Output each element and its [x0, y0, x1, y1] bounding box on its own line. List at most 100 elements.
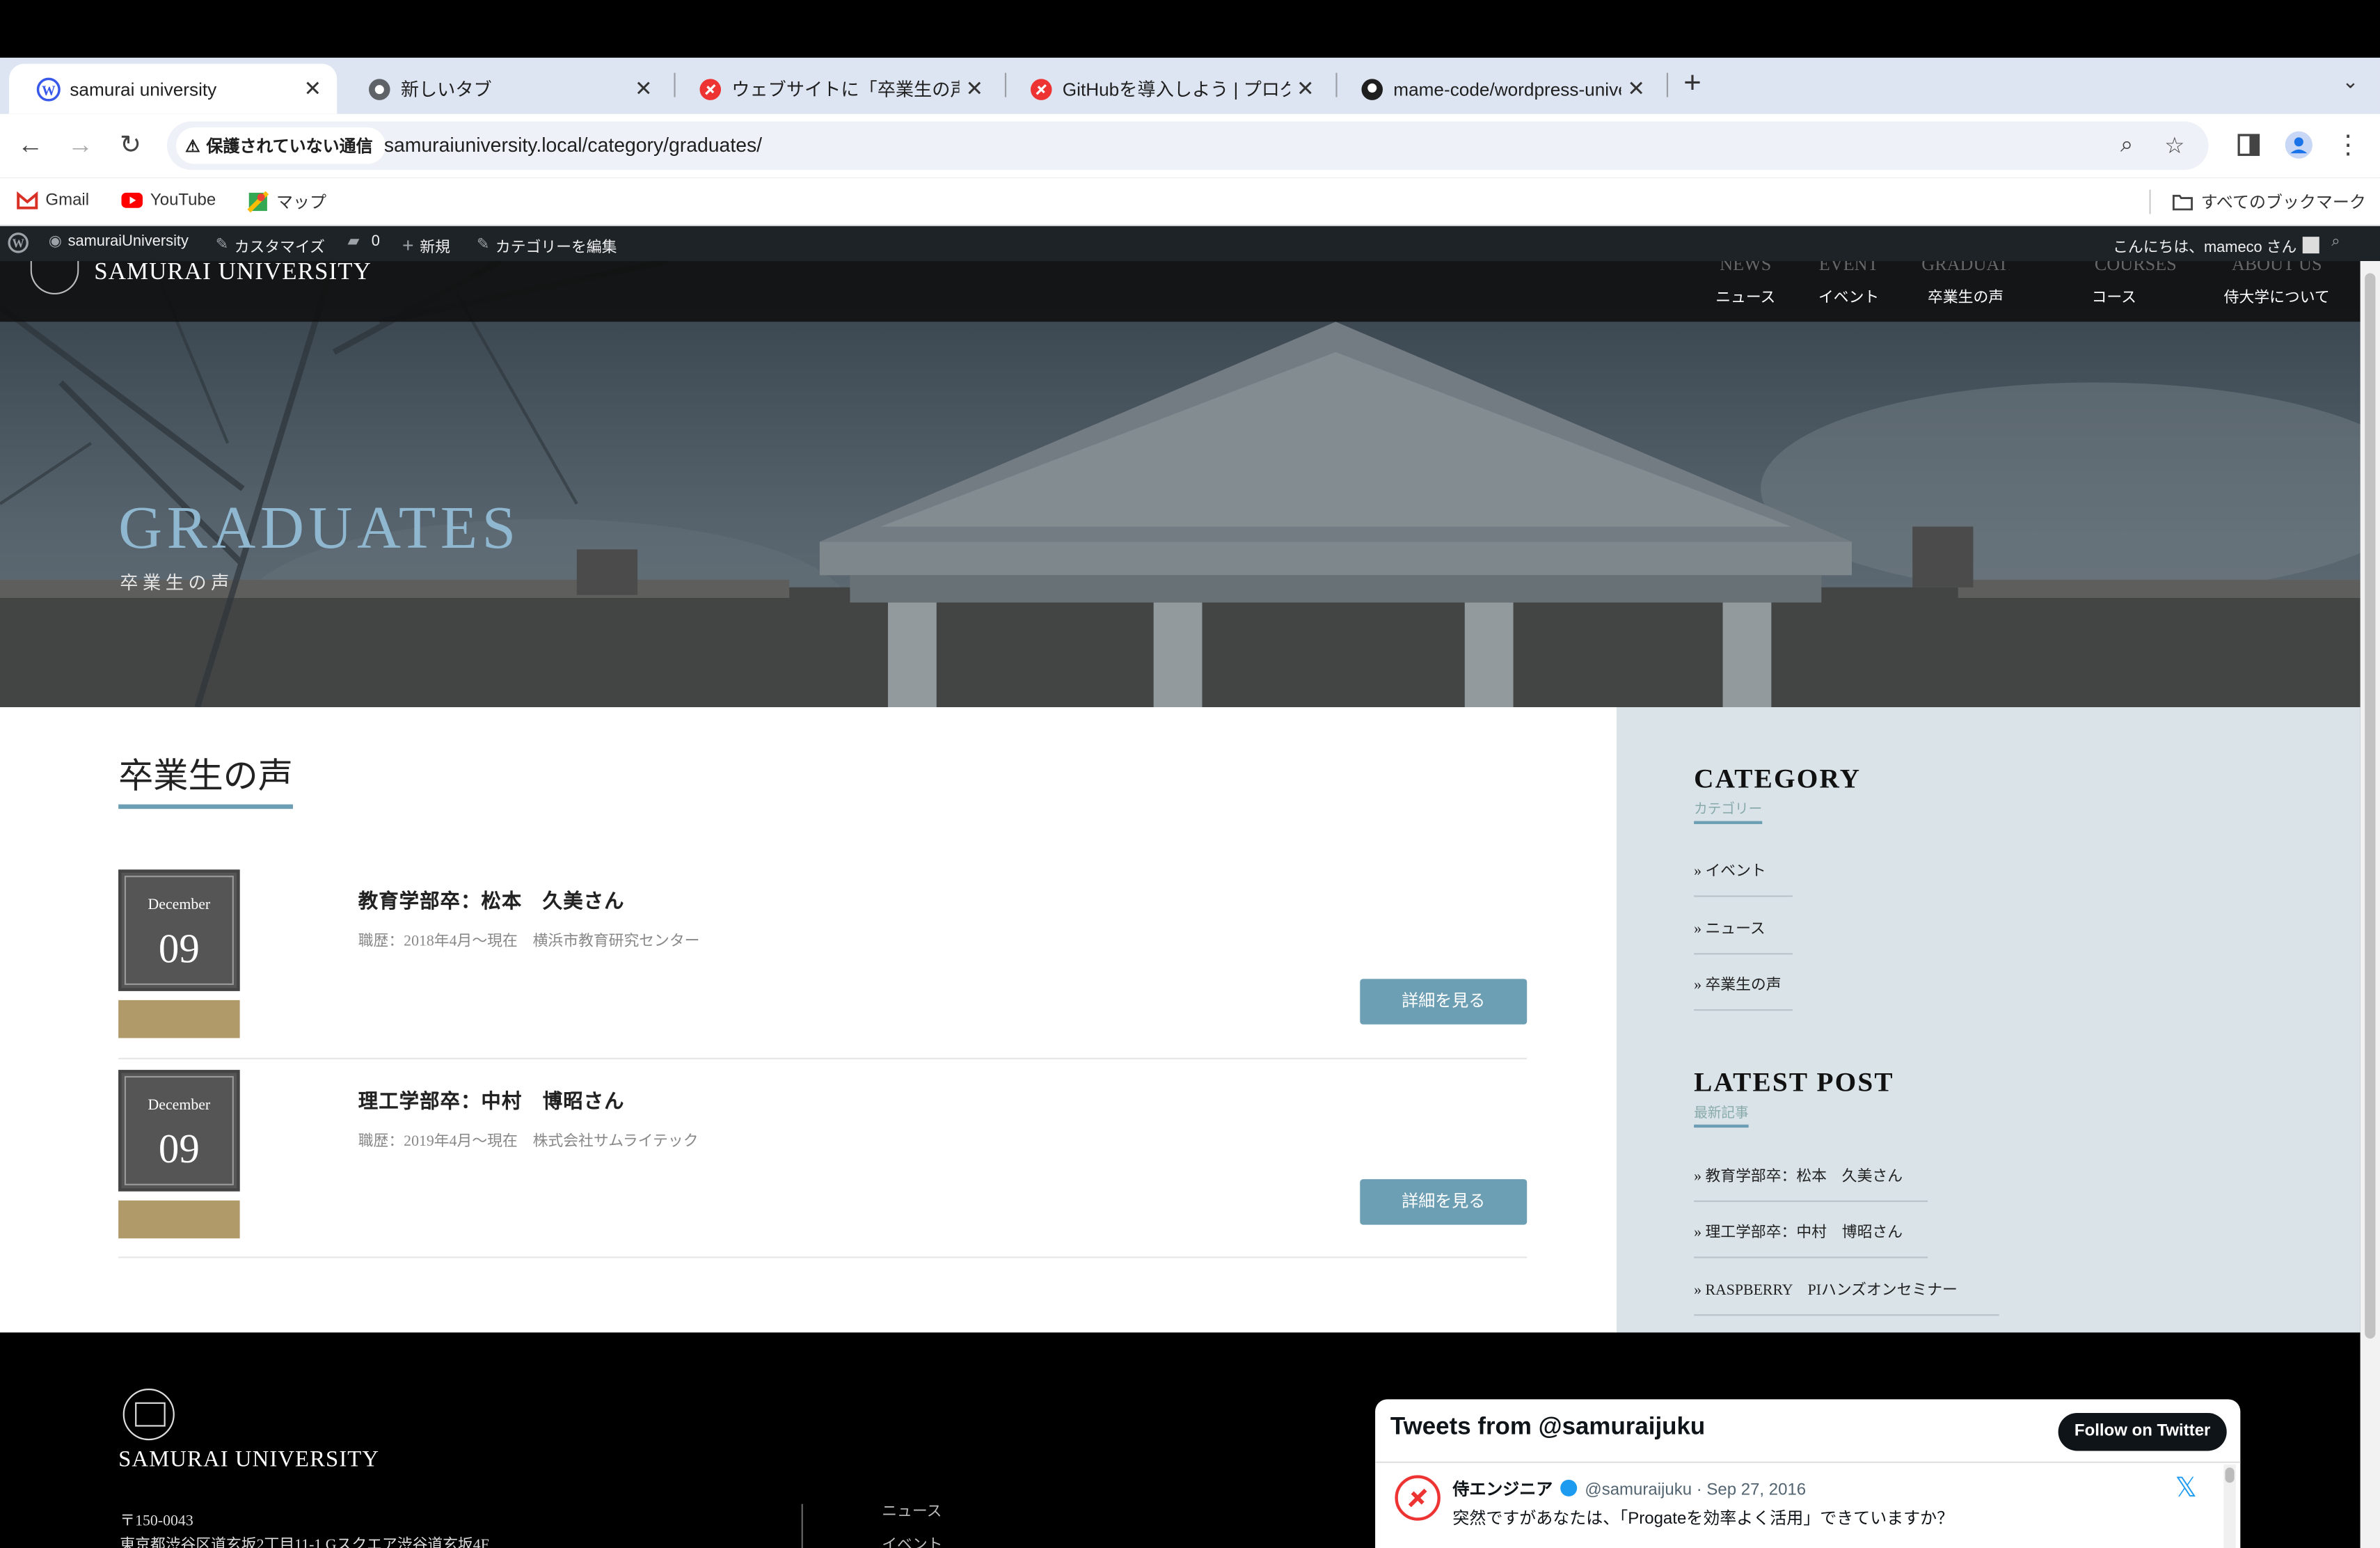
forward-arrow-icon[interactable]: →	[62, 127, 98, 164]
tweet-avatar[interactable]	[1395, 1475, 1441, 1521]
post-title[interactable]: 理工学部卒：中村 博昭さん	[358, 1085, 625, 1114]
nav-courses[interactable]: COURSES コース	[2086, 261, 2186, 306]
zoom-icon[interactable]: ⌕	[2120, 132, 2133, 158]
site-logo[interactable]: SAMURAI UNIVERSITY	[30, 261, 372, 294]
tab-title: mame-code/wordpress-unive	[1393, 78, 1621, 100]
samurai-icon	[1030, 78, 1052, 100]
nav-en: EVENT	[1818, 261, 1879, 275]
nav-ja: 卒業生の声	[1928, 290, 2004, 307]
footer-link-event[interactable]: イベント	[882, 1531, 942, 1548]
sidebar-category-graduates[interactable]: 卒業生の声	[1694, 971, 1793, 1011]
more-menu-icon[interactable]: ⋮	[2330, 127, 2366, 164]
system-top-bar	[0, 0, 2380, 58]
page-title: 卒業生の声	[118, 747, 293, 809]
nav-ja: 侍大学について	[2223, 290, 2330, 307]
url-text[interactable]: samuraiuniversity.local/category/graduat…	[384, 134, 762, 157]
tab-github-repo[interactable]: mame-code/wordpress-unive ✕	[1333, 64, 1660, 114]
bookmark-label: マップ	[276, 194, 326, 213]
nav-graduates[interactable]: GRADUATES 卒業生の声	[1921, 261, 2010, 306]
latest-post-subheading: 最新記事	[1694, 1102, 1749, 1128]
tab-title: 新しいタブ	[400, 79, 492, 100]
twitter-scrollbar[interactable]	[2223, 1464, 2236, 1548]
nav-en: GRADUATES	[1921, 261, 2010, 275]
twitter-timeline: Tweets from @samuraijuku Follow on Twitt…	[1375, 1399, 2241, 1548]
tweet-text: 突然ですがあなたは、「Progateを効率よく活用」できていますか？	[1452, 1510, 1954, 1529]
wp-comments[interactable]: ▰ 0	[347, 234, 379, 251]
wp-search-icon[interactable]: ⌕	[2331, 234, 2340, 251]
latest-post-link[interactable]: 理工学部卒：中村 博昭さん	[1694, 1219, 1928, 1258]
tab-samurai-university[interactable]: W samurai university ✕	[9, 63, 338, 114]
all-bookmarks[interactable]: すべてのブックマーク	[2172, 190, 2366, 214]
wp-customize-label: カスタマイズ	[234, 239, 325, 257]
nav-en: COURSES	[2094, 261, 2177, 275]
tab-search-chevron-icon[interactable]: ⌄	[2342, 70, 2358, 94]
nav-about-us[interactable]: ABOUT US 侍大学について	[2219, 261, 2335, 306]
bookmark-star-icon[interactable]: ☆	[2164, 132, 2184, 159]
nav-news[interactable]: NEWS ニュース	[1715, 261, 1776, 306]
nav-event[interactable]: EVENT イベント	[1817, 261, 1881, 306]
building-image	[0, 261, 2361, 708]
wp-edit-category[interactable]: ✎ カテゴリーを編集	[477, 234, 617, 256]
post-day: 09	[158, 1126, 200, 1172]
category-heading: CATEGORY	[1694, 763, 1862, 794]
latest-post-link[interactable]: RASPBERRY PIハンズオンセミナー	[1694, 1277, 1999, 1316]
wp-customize[interactable]: ✎ カスタマイズ	[216, 234, 325, 257]
not-secure-chip[interactable]: ⚠ 保護されていない通信	[176, 127, 386, 164]
post-excerpt: 職歴：2018年4月〜現在 横浜市教育研究センター	[358, 933, 700, 950]
tab-title: ウェブサイトに「卒業生の声」投	[731, 79, 959, 100]
svg-text:W: W	[42, 83, 56, 97]
nav-en: NEWS	[1720, 261, 1772, 275]
sidebar-category-news[interactable]: ニュース	[1694, 915, 1793, 955]
maps-icon	[247, 191, 269, 213]
page-scrollbar[interactable]	[2360, 261, 2380, 1548]
read-more-button[interactable]: 詳細を見る	[1360, 979, 1528, 1025]
footer-divider	[801, 1503, 803, 1548]
not-secure-label: 保護されていない通信	[206, 138, 373, 157]
sidebar: CATEGORY カテゴリー イベント ニュース 卒業生の声 LATEST PO…	[1616, 707, 2361, 1333]
nav-ja: コース	[2091, 290, 2136, 307]
wp-site-name[interactable]: ◉ samuraiUniversity	[49, 234, 189, 251]
tweet-author[interactable]: 侍エンジニア @samuraijuku · Sep 27, 2016	[1452, 1477, 1806, 1501]
wp-account[interactable]: こんにちは、mameco さん	[2113, 234, 2320, 257]
wordpress-logo-icon[interactable]: W	[8, 232, 29, 254]
tab-github-article[interactable]: GitHubを導入しよう | プログラミ ✕	[1002, 64, 1330, 114]
profile-avatar[interactable]	[2285, 131, 2313, 159]
tab-graduates-article[interactable]: ウェブサイトに「卒業生の声」投 ✕	[671, 64, 999, 114]
post-title[interactable]: 教育学部卒：松本 久美さん	[358, 885, 625, 913]
read-more-button[interactable]: 詳細を見る	[1360, 1179, 1528, 1225]
close-tab-icon[interactable]: ✕	[628, 76, 659, 102]
post-day: 09	[158, 926, 200, 972]
wp-new[interactable]: + 新規	[402, 234, 450, 257]
tab-title: GitHubを導入しよう | プログラミ	[1062, 79, 1290, 100]
follow-button[interactable]: Follow on Twitter	[2058, 1412, 2227, 1451]
twitter-divider	[1375, 1461, 2241, 1463]
back-arrow-icon[interactable]: ←	[12, 127, 48, 164]
nav-ja: ニュース	[1715, 290, 1776, 307]
close-tab-icon[interactable]: ✕	[959, 76, 990, 102]
bookmark-gmail[interactable]: Gmail	[17, 190, 89, 212]
close-tab-icon[interactable]: ✕	[1621, 76, 1651, 102]
side-panel-icon[interactable]	[2237, 134, 2260, 157]
bookmark-maps[interactable]: マップ	[247, 190, 326, 214]
new-tab-button[interactable]: +	[1677, 67, 1708, 102]
wp-comment-count: 0	[371, 233, 380, 251]
close-tab-icon[interactable]: ✕	[1290, 76, 1321, 102]
latest-post-link[interactable]: 教育学部卒：松本 久美さん	[1694, 1162, 1928, 1202]
sidebar-category-event[interactable]: イベント	[1694, 858, 1793, 897]
nav-ja: イベント	[1818, 290, 1880, 307]
tab-separator	[674, 72, 676, 97]
reload-icon[interactable]: ↻	[112, 127, 148, 164]
tab-new-tab[interactable]: 新しいタブ ✕	[340, 64, 668, 114]
address-bar[interactable]: ⚠ 保護されていない通信 samuraiuniversity.local/cat…	[166, 121, 2209, 171]
x-logo-icon[interactable]: 𝕏	[2175, 1472, 2198, 1504]
scrollbar-thumb[interactable]	[2365, 273, 2376, 1339]
bookmark-label: Gmail	[45, 191, 90, 210]
footer-link-news[interactable]: ニュース	[882, 1498, 942, 1521]
user-avatar	[2303, 237, 2320, 254]
close-tab-icon[interactable]: ✕	[297, 76, 328, 102]
plus-icon: +	[402, 233, 414, 257]
bookmark-youtube[interactable]: YouTube	[121, 190, 216, 212]
wp-greeting: こんにちは、mameco さん	[2113, 239, 2297, 257]
dashboard-icon: ◉	[48, 233, 62, 251]
wordpress-icon: W	[36, 77, 61, 101]
